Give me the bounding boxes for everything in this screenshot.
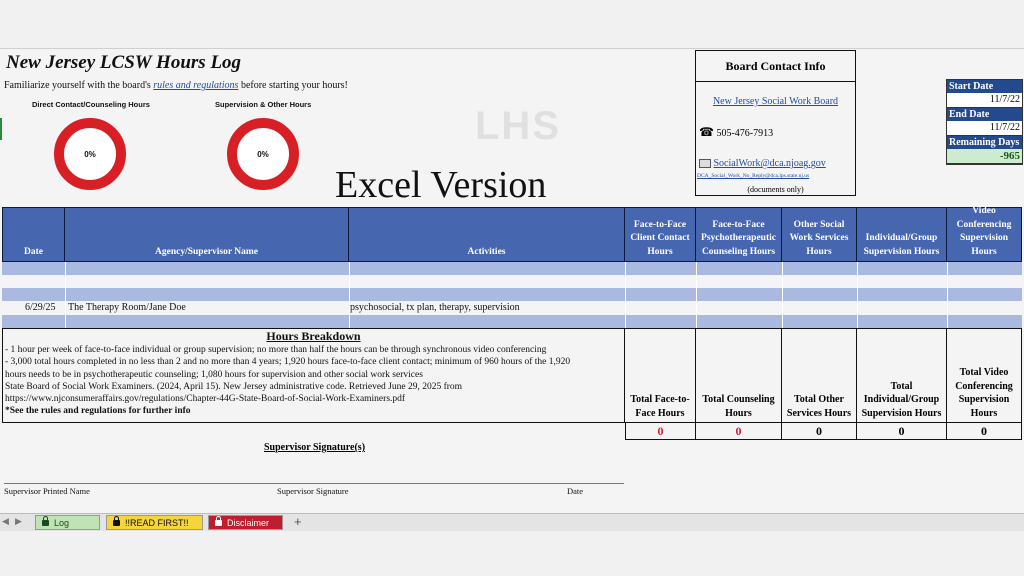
printed-name-label: Supervisor Printed Name xyxy=(4,486,90,496)
total-supervision-value: 0 xyxy=(857,423,947,440)
selection-marker xyxy=(0,118,2,140)
col-header-video[interactable]: Video Conferencing Supervision Hours xyxy=(947,206,1022,262)
total-supervision-label: Total Individual/Group Supervision Hours xyxy=(857,328,947,423)
donut-value-direct: 0% xyxy=(84,149,96,159)
col-header-date[interactable]: Date xyxy=(2,207,65,262)
rules-link[interactable]: rules and regulations xyxy=(153,80,238,91)
excel-version-label: Excel Version xyxy=(335,164,547,206)
tab-disclaimer[interactable]: Disclaimer xyxy=(208,515,283,530)
table-row[interactable] xyxy=(2,275,1022,288)
entry-activities[interactable]: psychosocial, tx plan, therapy, supervis… xyxy=(350,302,520,313)
noreply-row: DCA_Social_Work_No_Reply@dca.lps.state.n… xyxy=(697,173,809,179)
donut-label-supervision: Supervision & Other Hours xyxy=(215,100,312,109)
next-sheet-icon[interactable]: ▶ xyxy=(15,516,22,527)
col-header-activities[interactable]: Activities xyxy=(349,207,625,262)
supervision-hours-donut: 0% xyxy=(227,118,299,190)
lock-icon xyxy=(42,516,49,526)
sheet-tab-bar: ◀ ▶ Log !!READ FIRST!! Disclaimer + xyxy=(0,513,1024,532)
remaining-days-value: -965 xyxy=(947,149,1022,164)
col-divider xyxy=(947,262,948,328)
tab-read-first[interactable]: !!READ FIRST!! xyxy=(106,515,203,530)
breakdown-line: - 3,000 total hours completed in no less… xyxy=(5,357,571,368)
breakdown-line: State Board of Social Work Examiners. (2… xyxy=(5,381,463,392)
breakdown-heading: Hours Breakdown xyxy=(266,329,361,343)
donut-label-direct: Direct Contact/Counseling Hours xyxy=(32,100,150,109)
entry-date[interactable]: 6/29/25 xyxy=(25,302,56,313)
remaining-days-label: Remaining Days xyxy=(947,136,1022,149)
end-date-label: End Date xyxy=(947,108,1022,121)
total-video-value: 0 xyxy=(947,423,1022,440)
add-sheet-button[interactable]: + xyxy=(294,514,302,529)
total-counseling-label: Total Counseling Hours xyxy=(696,328,782,423)
total-face-to-face-label: Total Face-to-Face Hours xyxy=(625,328,696,423)
page-title: New Jersey LCSW Hours Log xyxy=(6,52,242,73)
bottom-margin xyxy=(0,531,1024,576)
col-header-counseling[interactable]: Face-to-Face Psychotherapeutic Counselin… xyxy=(696,207,782,262)
board-contact-box: Board Contact Info New Jersey Social Wor… xyxy=(695,50,856,196)
logo-watermark: LHS xyxy=(475,104,561,148)
noreply-link[interactable]: DCA_Social_Work_No_Reply@dca.lps.state.n… xyxy=(697,173,809,179)
breakdown-line: - 1 hour per week of face-to-face indivi… xyxy=(5,345,547,355)
total-face-to-face-value: 0 xyxy=(625,423,696,440)
subtitle-post: before starting your hours! xyxy=(238,80,348,91)
subtitle-pre: Familiarize yourself with the board's xyxy=(4,80,154,91)
mail-icon xyxy=(699,159,711,169)
table-row[interactable] xyxy=(2,262,1022,275)
end-date-value[interactable]: 11/7/22 xyxy=(947,121,1022,136)
tab-disclaimer-label: Disclaimer xyxy=(227,518,270,528)
col-divider xyxy=(696,262,697,328)
email-link[interactable]: SocialWork@dca.njoag.gov xyxy=(714,158,826,169)
col-divider xyxy=(782,262,783,328)
date-label: Date xyxy=(567,486,584,496)
entry-agency[interactable]: The Therapy Room/Jane Doe xyxy=(68,302,186,313)
col-header-agency[interactable]: Agency/Supervisor Name xyxy=(65,207,349,262)
tab-log-label: Log xyxy=(54,518,70,528)
col-divider xyxy=(349,262,350,328)
board-link-row: New Jersey Social Work Board xyxy=(696,96,855,107)
col-header-other-services[interactable]: Other Social Work Services Hours xyxy=(782,207,857,262)
spreadsheet-screen: New Jersey LCSW Hours Log Familiarize yo… xyxy=(0,0,1024,576)
total-video-label: Total Video Conferencing Supervision Hou… xyxy=(947,328,1022,423)
dates-box: Start Date 11/7/22 End Date 11/7/22 Rema… xyxy=(946,79,1023,165)
table-row[interactable] xyxy=(2,288,1022,301)
signature-title: Supervisor Signature(s) xyxy=(264,442,366,453)
phone-row: ☎ 505-476-7913 xyxy=(699,125,773,140)
subtitle: Familiarize yourself with the board's ru… xyxy=(4,80,348,91)
signature-label: Supervisor Signature xyxy=(277,486,349,496)
lock-icon xyxy=(215,516,222,526)
total-other-value: 0 xyxy=(782,423,857,440)
breakdown-line: https://www.njconsumeraffairs.gov/regula… xyxy=(5,394,406,405)
phone-icon: ☎ xyxy=(699,125,714,139)
phone-number: 505-476-7913 xyxy=(716,128,774,139)
col-divider xyxy=(65,262,66,328)
email-row: SocialWork@dca.njoag.gov xyxy=(699,158,826,169)
total-counseling-value: 0 xyxy=(696,423,782,440)
table-row[interactable] xyxy=(2,315,1022,328)
breakdown-line: hours needs to be in psychotherapeutic c… xyxy=(5,369,423,380)
total-other-label: Total Other Services Hours xyxy=(782,328,857,423)
donut-value-supervision: 0% xyxy=(257,149,269,159)
documents-note: (documents only) xyxy=(747,185,804,194)
col-header-supervision[interactable]: Individual/Group Supervision Hours xyxy=(857,207,947,262)
start-date-label: Start Date xyxy=(947,80,1022,93)
prev-sheet-icon[interactable]: ◀ xyxy=(2,516,9,527)
contact-heading: Board Contact Info xyxy=(696,51,855,82)
hours-breakdown-box: Hours Breakdown - 1 hour per week of fac… xyxy=(2,328,625,423)
signature-line xyxy=(4,483,624,484)
tab-log[interactable]: Log xyxy=(35,515,100,530)
direct-hours-donut: 0% xyxy=(54,118,126,190)
col-header-face-to-face[interactable]: Face-to-Face Client Contact Hours xyxy=(625,207,696,262)
table-row[interactable]: 6/29/25 The Therapy Room/Jane Doe psycho… xyxy=(2,301,1022,315)
lock-icon xyxy=(113,516,120,526)
tab-read-first-label: !!READ FIRST!! xyxy=(125,518,189,528)
board-link[interactable]: New Jersey Social Work Board xyxy=(713,96,838,107)
breakdown-note: *See the rules and regulations for furth… xyxy=(5,406,191,417)
start-date-value[interactable]: 11/7/22 xyxy=(947,93,1022,108)
col-divider xyxy=(625,262,626,328)
col-divider xyxy=(857,262,858,328)
